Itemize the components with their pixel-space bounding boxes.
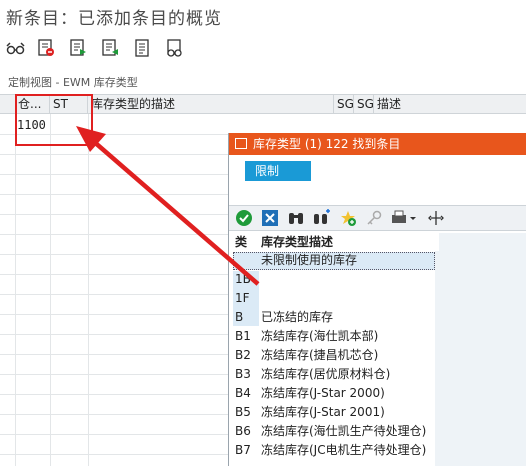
stock-type-description: 冻结库存(海仕凯生产待处理仓)	[261, 424, 427, 438]
cancel-icon[interactable]	[261, 209, 279, 227]
list-item[interactable]: B5 冻结库存(J-Star 2001)	[229, 403, 526, 422]
dialog-title: 库存类型 (1) 122 找到条目	[253, 137, 401, 151]
binoculars-glasses-icon[interactable]	[164, 38, 184, 58]
column-header[interactable]: SG	[334, 95, 354, 113]
list-item[interactable]: B6 冻结库存(海仕凯生产待处理仓)	[229, 422, 526, 441]
binoculars-icon[interactable]	[287, 209, 305, 227]
window-icon	[235, 138, 247, 149]
list-item[interactable]: 1B	[229, 270, 526, 289]
stock-type-code: B3	[235, 367, 251, 381]
print-icon[interactable]	[389, 209, 417, 227]
column-header[interactable]: 库存类型的描述	[88, 95, 334, 113]
stock-type-code: B7	[235, 443, 251, 457]
flag-green-icon[interactable]	[100, 38, 120, 58]
column-header[interactable]: SG	[354, 95, 374, 113]
stock-type-description: 冻结库存(JC电机生产待处理仓)	[261, 443, 427, 457]
column-header[interactable]: 描述	[374, 95, 526, 113]
list-header: 类 库存类型描述	[229, 233, 439, 251]
page-title: 新条目：已添加条目的概览	[6, 9, 222, 29]
main-toolbar	[0, 34, 526, 64]
annotation-highlight-box	[15, 94, 93, 146]
list-item[interactable]: 未限制使用的库存	[229, 251, 526, 270]
column-width-icon[interactable]	[427, 209, 445, 227]
stock-type-description: 冻结库存(海仕凯本部)	[261, 329, 379, 343]
stock-type-code: 1B	[235, 272, 251, 286]
stock-type-list: 未限制使用的库存 1B 1F B 已冻结的库存 B1 冻结库存(海仕凯本部) B2 冻结库存(捷…	[229, 251, 526, 466]
key-icon[interactable]	[365, 209, 383, 227]
list-item[interactable]: B1 冻结库存(海仕凯本部)	[229, 327, 526, 346]
stock-type-description: 冻结库存(捷昌机芯仓)	[261, 348, 379, 362]
list-item[interactable]: B2 冻结库存(捷昌机芯仓)	[229, 346, 526, 365]
stock-type-code: B4	[235, 386, 251, 400]
stock-type-code: 1F	[235, 291, 250, 305]
stock-type-code: B	[235, 310, 244, 324]
stock-type-code: B5	[235, 405, 251, 419]
list-item[interactable]: B7 冻结库存(JC电机生产待处理仓)	[229, 441, 526, 460]
list-item[interactable]: B3 冻结库存(居优原材料仓)	[229, 365, 526, 384]
glasses-icon[interactable]	[6, 38, 26, 58]
dialog-title-bar[interactable]: 库存类型 (1) 122 找到条目	[229, 133, 526, 155]
document-icon[interactable]	[132, 38, 152, 58]
stock-type-description: 未限制使用的库存	[261, 253, 358, 267]
find-next-icon[interactable]	[313, 209, 331, 227]
list-item[interactable]: B4 冻结库存(J-Star 2000)	[229, 384, 526, 403]
description-column-header[interactable]: 库存类型描述	[261, 233, 333, 251]
dialog-toolbar	[229, 205, 526, 231]
stock-type-description: 冻结库存(居优原材料仓)	[261, 367, 391, 381]
stock-type-description: 冻结库存(J-Star 2001)	[261, 405, 385, 419]
view-subtitle: 定制视图 - EWM 库存类型	[8, 76, 138, 89]
add-favorite-icon[interactable]	[339, 209, 357, 227]
flag-green-icon[interactable]	[68, 38, 88, 58]
stock-type-code: B1	[235, 329, 251, 343]
stock-type-code: B2	[235, 348, 251, 362]
list-item[interactable]: 1F	[229, 289, 526, 308]
stock-type-description: 已冻结的库存	[261, 310, 334, 324]
tab-restrictions[interactable]: 限制	[245, 161, 311, 181]
delete-entry-icon[interactable]	[36, 38, 56, 58]
confirm-icon[interactable]	[235, 209, 253, 227]
stock-type-code: B6	[235, 424, 251, 438]
list-item[interactable]: B 已冻结的库存	[229, 308, 526, 327]
code-column-header[interactable]: 类	[235, 233, 247, 251]
stock-type-description: 冻结库存(J-Star 2000)	[261, 386, 385, 400]
stock-type-search-help-dialog: 库存类型 (1) 122 找到条目 限制 类 库存类型描述 未限制使用的库存 1…	[228, 133, 526, 466]
